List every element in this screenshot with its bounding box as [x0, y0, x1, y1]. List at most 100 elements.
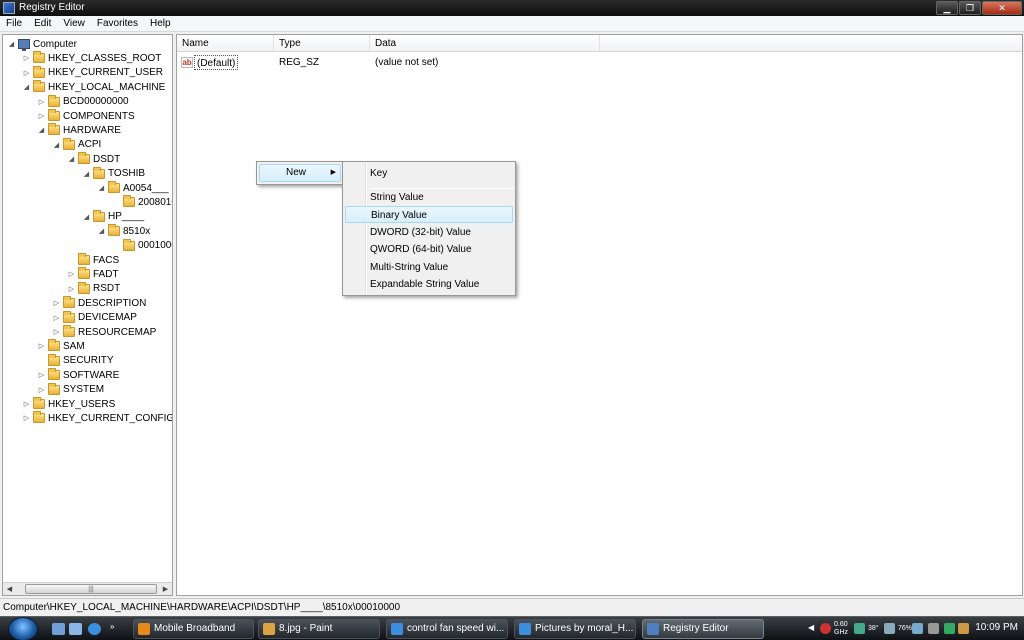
submenu-binary-value[interactable]: Binary Value — [345, 206, 513, 223]
tree-item[interactable]: ◢ Computer — [7, 37, 77, 51]
taskbar-button-pictures[interactable]: Pictures by moral_H... — [514, 619, 636, 639]
column-name-header[interactable]: Name — [177, 35, 274, 52]
collapsed-arrow-icon[interactable]: ▷ — [37, 371, 46, 380]
tree-item[interactable]: ▷ COMPONENTS — [37, 109, 135, 123]
expanded-arrow-icon[interactable]: ◢ — [7, 40, 16, 49]
tree-item-label: Computer — [33, 38, 77, 50]
show-desktop-icon[interactable] — [52, 623, 65, 635]
switch-windows-icon[interactable] — [69, 623, 82, 635]
expanded-arrow-icon[interactable]: ◢ — [67, 155, 76, 164]
minimize-button[interactable]: ▁ — [936, 1, 958, 15]
maximize-button[interactable]: ❐ — [959, 1, 981, 15]
tree-horizontal-scrollbar[interactable]: ◀ ||| ▶ — [3, 582, 172, 595]
tree-item[interactable]: ▷ FADT — [67, 267, 119, 281]
tree-item[interactable]: ▷ HKEY_CURRENT_USER — [22, 65, 163, 80]
context-menu-new[interactable]: New ▶ — [259, 164, 341, 182]
menu-favorites[interactable]: Favorites — [91, 16, 144, 32]
expanded-arrow-icon[interactable]: ◢ — [22, 83, 31, 92]
expanded-arrow-icon[interactable]: ◢ — [82, 212, 91, 221]
submenu-expandable-string-value[interactable]: Expandable String Value — [345, 276, 513, 293]
tray-expand-arrow-icon[interactable]: ◀ — [808, 623, 814, 632]
taskbar-button-mobile-broadband[interactable]: Mobile Broadband — [133, 619, 254, 639]
wireless-icon[interactable] — [884, 623, 895, 634]
start-button[interactable] — [8, 617, 38, 640]
tree-item[interactable]: ▷ SAM — [37, 339, 85, 353]
collapsed-arrow-icon[interactable]: ▷ — [22, 414, 31, 423]
menu-edit[interactable]: Edit — [28, 16, 57, 32]
collapsed-arrow-icon[interactable]: ▷ — [37, 385, 46, 394]
temperature-readout[interactable]: 38° — [868, 625, 879, 633]
collapsed-arrow-icon[interactable]: ▷ — [22, 400, 31, 409]
security-icon[interactable] — [820, 623, 831, 634]
battery-readout[interactable]: 76% — [898, 625, 912, 633]
submenu-dword-value[interactable]: DWORD (32-bit) Value — [345, 224, 513, 241]
battery-icon[interactable] — [912, 623, 923, 634]
tree-item[interactable]: ◢ ACPI — [52, 137, 101, 152]
tree-item[interactable]: ▷ BCD00000000 — [37, 94, 129, 109]
tree-item[interactable]: ▷ HKEY_CLASSES_ROOT — [22, 51, 161, 65]
cpu-speed-readout[interactable]: 0.60 GHz — [834, 621, 848, 637]
collapsed-arrow-icon[interactable]: ▷ — [22, 54, 31, 63]
update-icon[interactable] — [958, 623, 969, 634]
tree-item[interactable]: ▷ DEVICEMAP — [52, 310, 137, 325]
column-data-header[interactable]: Data — [370, 35, 600, 52]
value-name[interactable]: (Default) — [194, 55, 239, 70]
tree-item[interactable]: 00010000 — [112, 238, 172, 253]
scroll-thumb[interactable]: ||| — [25, 584, 157, 594]
registry-tree[interactable]: ◀ ||| ▶ ◢ Computer ▷ HKEY_CLASSES_ROOT ▷ HKEY… — [2, 34, 173, 596]
menu-file[interactable]: File — [0, 16, 28, 32]
tree-item[interactable]: SECURITY — [37, 353, 114, 368]
collapsed-arrow-icon[interactable]: ▷ — [37, 97, 46, 106]
tree-item[interactable]: ▷ RSDT — [67, 281, 120, 296]
submenu-key[interactable]: Key — [345, 165, 513, 182]
submenu-multi-string-value[interactable]: Multi-String Value — [345, 259, 513, 276]
values-list[interactable]: Name Type Data ab (Default) REG_SZ (valu… — [176, 34, 1023, 596]
tree-item[interactable]: ▷ HKEY_CURRENT_CONFIG — [22, 411, 172, 425]
tree-item[interactable]: ◢ HARDWARE — [37, 123, 121, 137]
tree-item[interactable]: ▷ SYSTEM — [37, 382, 104, 397]
volume-icon[interactable] — [928, 623, 939, 634]
collapsed-arrow-icon[interactable]: ▷ — [52, 299, 61, 308]
tree-item[interactable]: ◢ 8510x — [97, 224, 150, 238]
collapsed-arrow-icon[interactable]: ▷ — [67, 270, 76, 279]
tree-item[interactable]: 20080108 — [112, 195, 172, 209]
scroll-left-arrow-icon[interactable]: ◀ — [3, 583, 16, 595]
taskbar-button-paint[interactable]: 8.jpg - Paint — [258, 619, 380, 639]
network-icon[interactable] — [854, 623, 865, 634]
clock[interactable]: 10:09 PM — [975, 622, 1018, 633]
collapsed-arrow-icon[interactable]: ▷ — [37, 112, 46, 121]
submenu-qword-value[interactable]: QWORD (64-bit) Value — [345, 241, 513, 258]
collapsed-arrow-icon[interactable]: ▷ — [52, 313, 61, 322]
tree-item[interactable]: ◢ HKEY_LOCAL_MACHINE — [22, 80, 165, 94]
collapsed-arrow-icon[interactable]: ▷ — [37, 342, 46, 351]
expanded-arrow-icon[interactable]: ◢ — [52, 140, 61, 149]
tree-item[interactable]: ▷ HKEY_USERS — [22, 397, 115, 411]
quicklaunch-overflow-icon[interactable]: » — [110, 622, 120, 634]
collapsed-arrow-icon[interactable]: ▷ — [52, 328, 61, 337]
tree-item[interactable]: ◢ TOSHIB — [82, 166, 145, 181]
close-button[interactable]: ✕ — [982, 1, 1022, 15]
menu-help[interactable]: Help — [144, 16, 177, 32]
collapsed-arrow-icon[interactable]: ▷ — [67, 284, 76, 293]
tree-item[interactable]: ▷ RESOURCEMAP — [52, 325, 156, 339]
tree-item[interactable]: ▷ DESCRIPTION — [52, 296, 146, 310]
scroll-right-arrow-icon[interactable]: ▶ — [159, 583, 172, 595]
tree-item[interactable]: FACS — [67, 253, 119, 267]
list-item[interactable]: ab (Default) REG_SZ (value not set) — [177, 55, 1022, 70]
expanded-arrow-icon[interactable]: ◢ — [97, 184, 106, 193]
internet-explorer-icon[interactable] — [88, 623, 101, 635]
sync-icon[interactable] — [944, 623, 955, 634]
expanded-arrow-icon[interactable]: ◢ — [97, 227, 106, 236]
expanded-arrow-icon[interactable]: ◢ — [82, 169, 91, 178]
menu-view[interactable]: View — [57, 16, 91, 32]
column-type-header[interactable]: Type — [274, 35, 370, 52]
taskbar-button-registry-editor[interactable]: Registry Editor — [642, 619, 764, 639]
collapsed-arrow-icon[interactable]: ▷ — [22, 68, 31, 77]
tree-item[interactable]: ▷ SOFTWARE — [37, 368, 119, 382]
taskbar-button-control-fan-speed[interactable]: control fan speed wi... — [386, 619, 508, 639]
submenu-string-value[interactable]: String Value — [345, 189, 513, 206]
expanded-arrow-icon[interactable]: ◢ — [37, 126, 46, 135]
tree-item[interactable]: ◢ A0054___ — [97, 181, 169, 195]
tree-item[interactable]: ◢ DSDT — [67, 152, 120, 166]
tree-item[interactable]: ◢ HP____ — [82, 209, 144, 224]
